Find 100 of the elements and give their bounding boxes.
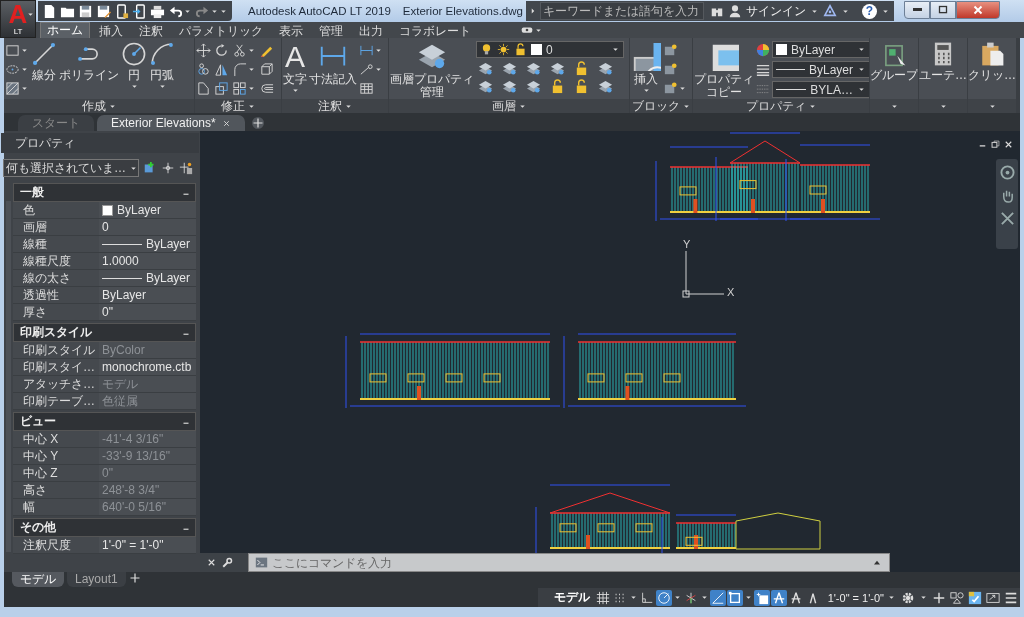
property-value[interactable]: ByLayer xyxy=(99,287,196,303)
caret-icon[interactable] xyxy=(641,86,651,95)
device-icon[interactable] xyxy=(114,3,129,19)
caret-icon[interactable] xyxy=(628,593,638,602)
layout-tab[interactable]: モデル xyxy=(12,572,64,587)
selection-dropdown[interactable]: 何も選択されていま… xyxy=(3,159,139,177)
panel-title[interactable]: 作成 xyxy=(4,99,194,113)
caret-icon[interactable] xyxy=(247,65,256,74)
clipboard-icon[interactable] xyxy=(979,41,1005,67)
status-toggle[interactable] xyxy=(770,589,787,606)
caret-icon[interactable] xyxy=(374,65,383,74)
close-icon[interactable] xyxy=(1003,139,1014,150)
crosshair-icon[interactable] xyxy=(161,161,175,175)
block-icon[interactable] xyxy=(663,62,678,77)
ribbon-tool-button[interactable]: ポリライン xyxy=(59,41,119,82)
property-value[interactable]: ByLayer xyxy=(99,202,196,218)
line-icon[interactable] xyxy=(31,41,57,67)
panel-title[interactable]: ブロック xyxy=(630,99,692,113)
ribbon-tab[interactable]: 表示 xyxy=(272,23,310,38)
property-dropdown[interactable]: ByLayer xyxy=(772,61,869,78)
property-value[interactable]: ByLayer xyxy=(99,236,196,252)
caret-icon[interactable] xyxy=(857,85,866,94)
annotation-scale-dropdown[interactable]: 1'-0" = 1'-0" xyxy=(827,591,884,604)
layers-icon[interactable] xyxy=(526,79,541,94)
plus-icon[interactable] xyxy=(251,117,264,129)
rotate-icon[interactable] xyxy=(214,43,229,58)
plus-icon[interactable] xyxy=(932,590,946,605)
lock-icon[interactable] xyxy=(550,79,565,94)
upload-icon[interactable] xyxy=(132,3,147,19)
caret-icon[interactable] xyxy=(157,82,167,91)
ribbon-tab[interactable]: 管理 xyxy=(312,23,350,38)
layers-icon[interactable] xyxy=(526,61,541,76)
section-header[interactable]: その他 xyxy=(13,518,196,537)
lock-icon[interactable] xyxy=(514,43,527,56)
ribbon-tool-button[interactable]: A 文字 xyxy=(283,41,307,95)
status-toggle[interactable] xyxy=(594,589,611,606)
array-icon[interactable] xyxy=(232,81,247,96)
triangle-icon[interactable] xyxy=(823,4,837,18)
application-menu-button[interactable]: A LT xyxy=(0,0,36,38)
bulb-icon[interactable] xyxy=(480,43,493,56)
property-value[interactable]: 0" xyxy=(99,304,196,320)
status-toggle[interactable] xyxy=(726,589,743,606)
scissors-icon[interactable] xyxy=(232,43,247,58)
cube-icon[interactable] xyxy=(259,62,274,77)
caret-icon[interactable] xyxy=(20,46,29,55)
hardware-icon[interactable] xyxy=(968,590,982,605)
layers-icon[interactable] xyxy=(598,61,613,76)
ellipse-icon[interactable] xyxy=(5,62,20,77)
status-toggle[interactable] xyxy=(655,589,672,606)
gear-icon[interactable] xyxy=(901,590,915,605)
caret-icon[interactable] xyxy=(374,46,383,55)
lines-icon[interactable] xyxy=(756,63,770,77)
rectangle-icon[interactable] xyxy=(5,43,20,58)
printer-icon[interactable] xyxy=(150,3,165,19)
document-tab[interactable]: Exterior Elevations* xyxy=(97,115,245,131)
layers-icon[interactable] xyxy=(502,61,517,76)
property-value[interactable]: 1.0000 xyxy=(99,253,196,269)
search-field[interactable]: キーワードまたは語句を入力 xyxy=(540,2,704,20)
circle-icon[interactable] xyxy=(121,41,147,67)
new-file-icon[interactable] xyxy=(42,3,57,19)
panel-title[interactable]: プロパティ xyxy=(693,99,869,113)
property-value[interactable]: 1'-0" = 1'-0" xyxy=(99,537,196,553)
caret-icon[interactable] xyxy=(672,593,682,602)
caret-icon[interactable] xyxy=(887,593,896,602)
caret-icon[interactable] xyxy=(26,10,35,19)
layers-icon[interactable] xyxy=(478,61,493,76)
layers-icon[interactable] xyxy=(550,61,565,76)
restore-window-icon[interactable] xyxy=(990,139,1001,150)
table-icon[interactable] xyxy=(359,81,374,96)
ribbon-tab[interactable]: コラボレート xyxy=(392,23,478,38)
property-value[interactable]: monochrome.ctb xyxy=(99,359,196,375)
dimension-icon[interactable] xyxy=(359,43,374,58)
close-icon[interactable] xyxy=(206,557,217,568)
property-dropdown[interactable]: BYLA… xyxy=(772,81,869,98)
ribbon-tool-button[interactable]: 円 xyxy=(121,41,147,91)
minimize-button[interactable] xyxy=(904,0,930,19)
panel-title[interactable]: 注釈 xyxy=(282,99,388,113)
caret-icon[interactable] xyxy=(699,593,709,602)
property-dropdown[interactable]: ByLayer xyxy=(772,41,869,58)
caret-icon[interactable] xyxy=(611,45,620,54)
layer-dropdown[interactable]: 0 xyxy=(476,41,624,58)
move-icon[interactable] xyxy=(196,43,211,58)
stretch-icon[interactable] xyxy=(196,81,211,96)
prompt-icon[interactable] xyxy=(255,556,268,569)
model-space-button[interactable]: モデル xyxy=(549,589,594,606)
block-icon[interactable] xyxy=(663,81,678,96)
caret-icon[interactable] xyxy=(743,593,753,602)
quickselect-icon[interactable] xyxy=(179,161,193,175)
ribbon-tool-button[interactable]: 線分 xyxy=(31,41,57,82)
ribbon-tab[interactable]: パラメトリック xyxy=(172,23,270,38)
ribbon-tool-button[interactable]: 画層プロパティ 管理 xyxy=(390,41,474,99)
fillet-icon[interactable] xyxy=(232,62,247,77)
block-icon[interactable] xyxy=(663,43,678,58)
copy-icon[interactable] xyxy=(196,62,211,77)
save-icon[interactable] xyxy=(78,3,93,19)
caret-icon[interactable] xyxy=(919,593,928,602)
sun-icon[interactable] xyxy=(497,43,510,56)
section-header[interactable]: 印刷スタイル xyxy=(13,323,196,342)
plus-icon[interactable] xyxy=(128,572,141,584)
caret-icon[interactable] xyxy=(857,65,866,74)
